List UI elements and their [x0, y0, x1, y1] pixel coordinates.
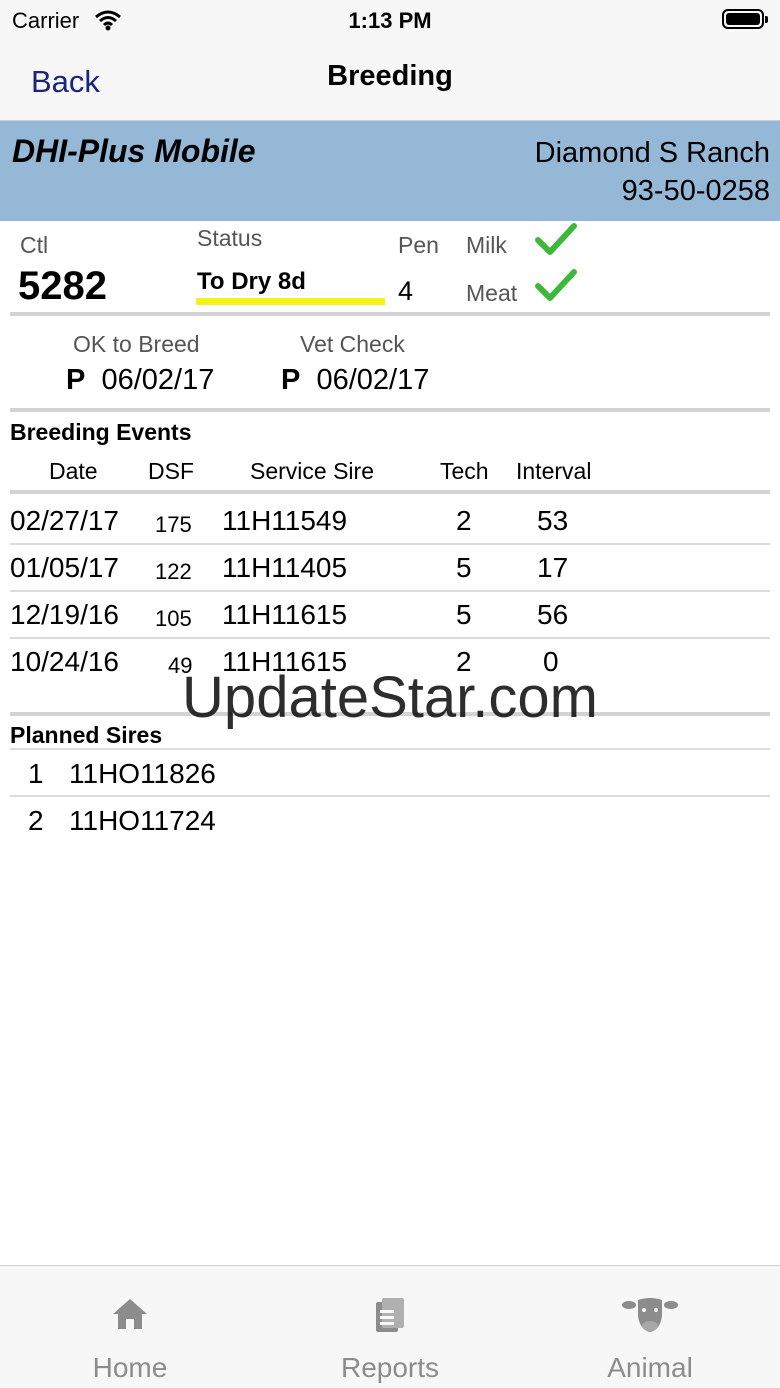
ok-to-breed-date: 06/02/17: [101, 364, 215, 396]
pen-value: 4: [398, 276, 414, 306]
ok-to-breed-label: OK to Breed: [73, 331, 200, 357]
home-icon: [113, 1299, 147, 1329]
battery-icon: [722, 9, 768, 29]
tab-animal[interactable]: Animal: [520, 1266, 780, 1388]
tab-reports-label: Reports: [340, 1352, 440, 1383]
pen-label: Pen: [398, 232, 439, 258]
column-header-dsf: DSF: [148, 458, 194, 484]
row-date: 01/05/17: [10, 552, 119, 583]
nav-bar: Back Breeding: [0, 40, 780, 121]
status-label: Status: [197, 225, 263, 251]
planned-sire-id: 11HO11826: [69, 758, 216, 789]
herd-id: 93-50-0258: [621, 175, 770, 207]
divider: [10, 490, 770, 494]
status-bar: Carrier 1:13 PM: [0, 0, 780, 40]
divider: [10, 312, 770, 316]
tab-bar: Home Reports Animal: [0, 1265, 780, 1388]
column-header-tech: Tech: [440, 458, 489, 484]
status-highlight: [196, 298, 385, 305]
tab-reports[interactable]: Reports: [260, 1266, 520, 1388]
breeding-events-title: Breeding Events: [10, 419, 192, 445]
planned-sire-number: 2: [28, 805, 44, 836]
row-tech: 5: [456, 552, 472, 583]
vet-check-value: P 06/02/17: [281, 364, 429, 397]
planned-sire-number: 1: [28, 758, 44, 789]
divider: [10, 590, 770, 592]
meat-check-icon: [535, 269, 577, 301]
milk-label: Milk: [466, 232, 507, 258]
row-sire: 11H11405: [222, 552, 348, 583]
row-date: 02/27/17: [10, 505, 119, 536]
milk-check-icon: [535, 223, 577, 255]
column-header-date: Date: [49, 458, 98, 484]
divider: [10, 637, 770, 639]
watermark: UpdateStar.com: [182, 665, 598, 730]
row-dsf: 175: [155, 512, 192, 537]
row-dsf: 105: [155, 606, 192, 631]
row-tech: 5: [456, 599, 472, 630]
divider: [10, 408, 770, 412]
meat-label: Meat: [466, 280, 518, 306]
divider: [10, 795, 770, 797]
vet-check-label: Vet Check: [300, 331, 405, 357]
tab-home[interactable]: Home: [0, 1266, 260, 1388]
row-sire: 11H11549: [222, 505, 348, 536]
row-dsf: 122: [155, 559, 192, 584]
divider: [10, 748, 770, 750]
row-sire: 11H11615: [222, 599, 348, 630]
ranch-name: Diamond S Ranch: [534, 137, 770, 169]
row-interval: 53: [537, 505, 569, 536]
status-time: 1:13 PM: [348, 8, 432, 33]
row-tech: 2: [456, 505, 472, 536]
row-interval: 17: [537, 552, 569, 583]
row-date: 12/19/16: [10, 599, 119, 630]
planned-sire-id: 11HO11724: [69, 805, 216, 836]
column-header-service-sire: Service Sire: [250, 458, 374, 484]
page-title: Breeding: [327, 60, 453, 92]
ctl-value: 5282: [18, 264, 107, 308]
vet-check-date: 06/02/17: [316, 364, 430, 396]
row-interval: 56: [537, 599, 569, 630]
tab-animal-label: Animal: [607, 1352, 693, 1383]
column-header-interval: Interval: [516, 458, 592, 484]
vet-check-code: P: [281, 364, 301, 396]
reports-icon: [376, 1298, 404, 1332]
tab-home-label: Home: [92, 1352, 168, 1383]
app-name: DHI-Plus Mobile: [12, 133, 256, 169]
app-header: DHI-Plus Mobile Diamond S Ranch 93-50-02…: [0, 121, 780, 221]
divider: [10, 543, 770, 545]
cow-icon: [622, 1298, 678, 1332]
ok-to-breed-value: P 06/02/17: [66, 364, 214, 397]
ok-to-breed-code: P: [66, 364, 86, 396]
status-value: To Dry 8d: [197, 268, 306, 295]
ctl-label: Ctl: [20, 232, 49, 258]
